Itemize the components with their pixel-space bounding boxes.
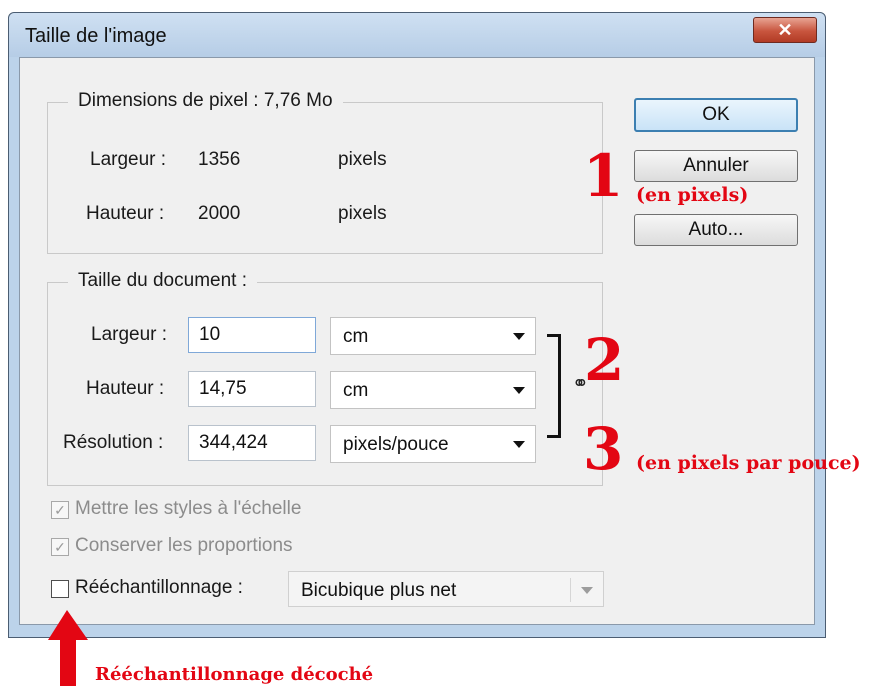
scale-styles-checkbox[interactable]: ✓	[51, 501, 69, 519]
resolution-unit-select[interactable]: pixels/pouce	[330, 425, 536, 463]
annotation-note-pixels: (en pixels)	[636, 184, 749, 206]
pixel-dimensions-legend: Dimensions de pixel : 7,76 Mo	[68, 90, 343, 112]
doc-width-label: Largeur :	[91, 324, 168, 345]
chevron-down-icon	[513, 441, 525, 448]
red-arrow-icon	[48, 610, 88, 686]
constrain-proportions-label: Conserver les proportions	[75, 535, 293, 556]
resample-method-select[interactable]: Bicubique plus net	[288, 571, 604, 607]
arrow-shape	[48, 610, 88, 686]
pixel-height-unit: pixels	[338, 203, 387, 224]
scale-styles-label: Mettre les styles à l'échelle	[75, 498, 302, 519]
document-size-legend: Taille du document :	[68, 270, 257, 292]
annotation-number-1: 1	[583, 142, 624, 210]
chevron-down-icon	[513, 387, 525, 394]
pixel-dimensions-group	[47, 102, 603, 254]
dialog-body: Dimensions de pixel : 7,76 Mo Largeur : …	[19, 57, 815, 625]
pixel-height-value: 2000	[198, 203, 241, 224]
chevron-down-icon	[513, 333, 525, 340]
annotation-number-2: 2	[584, 326, 625, 394]
doc-height-unit-select[interactable]: cm	[330, 371, 536, 409]
annotation-number-3: 3	[583, 415, 624, 483]
window-title: Taille de l'image	[25, 25, 167, 47]
resolution-unit-value: pixels/pouce	[343, 434, 449, 455]
annotation-note-ppi: (en pixels par pouce)	[636, 452, 861, 474]
pixel-width-label: Largeur :	[90, 149, 167, 170]
resolution-input[interactable]: 344,424	[188, 425, 316, 461]
resample-label: Rééchantillonnage :	[75, 577, 243, 598]
dropdown-divider	[570, 578, 571, 602]
doc-height-unit-value: cm	[343, 380, 369, 401]
cancel-button[interactable]: Annuler	[634, 150, 798, 182]
constrain-proportions-checkbox[interactable]: ✓	[51, 538, 69, 556]
image-size-dialog: Taille de l'image ✕ Dimensions de pixel …	[8, 12, 826, 638]
title-bar[interactable]: Taille de l'image ✕	[9, 13, 825, 57]
doc-height-label: Hauteur :	[86, 378, 165, 399]
close-button[interactable]: ✕	[753, 17, 817, 43]
doc-height-input[interactable]: 14,75	[188, 371, 316, 407]
pixel-width-unit: pixels	[338, 149, 387, 170]
resolution-label: Résolution :	[63, 432, 164, 453]
pixel-height-label: Hauteur :	[86, 203, 165, 224]
doc-width-unit-select[interactable]: cm	[330, 317, 536, 355]
resample-checkbox[interactable]	[51, 580, 69, 598]
auto-button[interactable]: Auto...	[634, 214, 798, 246]
doc-width-input[interactable]: 10	[188, 317, 316, 353]
chevron-down-icon	[581, 587, 593, 594]
constrain-bracket	[547, 334, 561, 438]
annotation-resample-unchecked: Rééchantillonnage décoché	[95, 664, 374, 685]
resample-method-value: Bicubique plus net	[301, 580, 457, 601]
pixel-width-value: 1356	[198, 149, 241, 170]
ok-button[interactable]: OK	[634, 98, 798, 132]
doc-width-unit-value: cm	[343, 326, 369, 347]
